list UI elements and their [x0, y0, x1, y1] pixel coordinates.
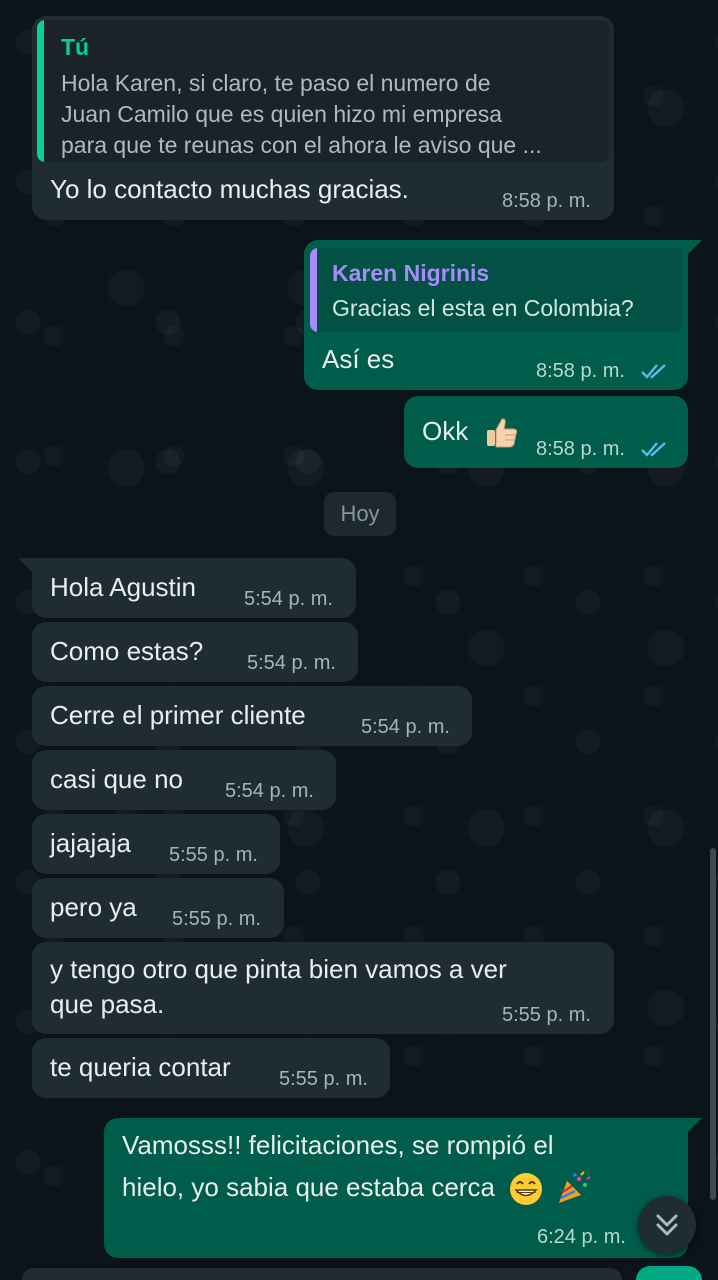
scroll-to-bottom-button[interactable] — [638, 1196, 696, 1254]
message-text-line: hielo, yo sabia que estaba cerca — [122, 1170, 591, 1207]
message-time: 8:58 p. m. — [536, 438, 625, 460]
double-chevron-down-icon — [656, 1214, 678, 1236]
message-bubble-incoming[interactable]: Hola Agustin 5:54 p. m. — [32, 558, 356, 618]
message-text-line: y tengo otro que pinta bien vamos a ver — [50, 954, 507, 984]
message-bubble-outgoing[interactable]: Okk 8:58 p. m. — [404, 396, 688, 468]
message-bubble-outgoing[interactable]: Vamosss!! felicitaciones, se rompió el h… — [104, 1118, 688, 1258]
message-time: 8:58 p. m. — [536, 360, 625, 382]
bubble-tail — [686, 1118, 702, 1134]
message-bubble-outgoing[interactable]: Karen Nigrinis Gracias el esta en Colomb… — [304, 240, 688, 390]
message-bubble-incoming[interactable]: jajajaja 5:55 p. m. — [32, 814, 280, 874]
message-bubble-incoming[interactable]: casi que no 5:54 p. m. — [32, 750, 336, 810]
message-time: 5:55 p. m. — [169, 844, 258, 866]
message-text-content: hielo, yo sabia que estaba cerca — [122, 1172, 495, 1202]
quote-author: Karen Nigrinis — [332, 260, 490, 286]
message-text: te queria contar — [50, 1052, 231, 1082]
grinning-emoji — [510, 1173, 543, 1206]
message-time: 5:54 p. m. — [225, 780, 314, 802]
message-time: 8:58 p. m. — [502, 190, 591, 212]
quote-accent-bar — [37, 20, 44, 162]
message-text: Como estas? — [50, 636, 204, 666]
thumbs-up-emoji — [487, 418, 518, 448]
message-text: pero ya — [50, 892, 137, 922]
message-text-line: que pasa. — [50, 989, 165, 1019]
scrollbar[interactable] — [710, 848, 716, 1200]
message-time: 5:54 p. m. — [361, 716, 450, 738]
double-check-icon — [641, 364, 666, 379]
quote-author: Tú — [61, 34, 90, 60]
message-text-line: Vamosss!! felicitaciones, se rompió el — [122, 1130, 554, 1160]
message-bubble-incoming[interactable]: Como estas? 5:54 p. m. — [32, 622, 358, 682]
quote-accent-bar — [310, 248, 317, 332]
message-text: casi que no — [50, 764, 183, 794]
message-text: Okk — [422, 414, 521, 452]
message-text: Cerre el primer cliente — [50, 700, 306, 730]
message-time: 6:24 p. m. — [537, 1226, 626, 1248]
date-separator: Hoy — [324, 492, 396, 536]
party-popper-emoji — [559, 1171, 591, 1204]
quote-text-line: Gracias el esta en Colombia? — [332, 295, 634, 321]
message-time: 5:54 p. m. — [247, 652, 336, 674]
message-time: 5:54 p. m. — [244, 588, 333, 610]
message-bubble-incoming[interactable]: pero ya 5:55 p. m. — [32, 878, 284, 938]
quote-text-line: Juan Camilo que es quien hizo mi empresa — [61, 101, 503, 127]
quote-text-line: Hola Karen, si claro, te paso el numero … — [61, 70, 491, 96]
message-text-content: Okk — [422, 416, 469, 446]
message-text: Hola Agustin — [50, 572, 196, 602]
input-bar-edge — [22, 1268, 622, 1280]
message-time: 5:55 p. m. — [502, 1004, 591, 1026]
message-time: 5:55 p. m. — [279, 1068, 368, 1090]
message-bubble-incoming[interactable]: te queria contar 5:55 p. m. — [32, 1038, 390, 1098]
quoted-message[interactable]: Tú Hola Karen, si claro, te paso el nume… — [37, 20, 609, 162]
message-text: Yo lo contacto muchas gracias. — [50, 174, 409, 204]
double-check-icon — [641, 442, 666, 457]
message-bubble-incoming[interactable]: Tú Hola Karen, si claro, te paso el nume… — [32, 16, 614, 220]
quote-text-line: para que te reunas con el ahora le aviso… — [61, 132, 542, 158]
quoted-message[interactable]: Karen Nigrinis Gracias el esta en Colomb… — [310, 248, 682, 332]
message-bubble-incoming[interactable]: y tengo otro que pinta bien vamos a ver … — [32, 942, 614, 1034]
bubble-tail — [686, 240, 702, 256]
message-time: 5:55 p. m. — [172, 908, 261, 930]
message-bubble-incoming[interactable]: Cerre el primer cliente 5:54 p. m. — [32, 686, 472, 746]
send-button-edge[interactable] — [636, 1266, 702, 1280]
message-text: jajajaja — [50, 828, 131, 858]
message-text: Así es — [322, 344, 395, 374]
